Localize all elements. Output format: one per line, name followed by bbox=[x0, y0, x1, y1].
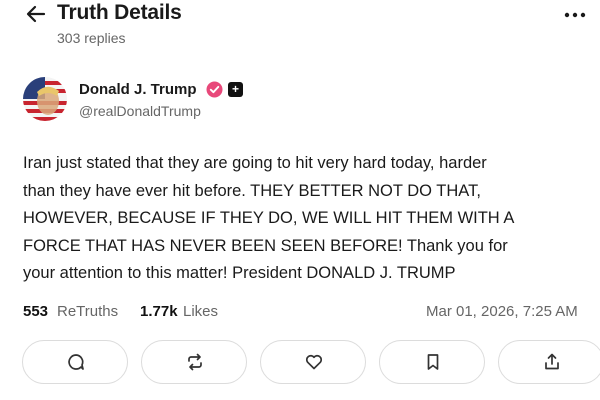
plus-badge-icon: + bbox=[228, 82, 243, 97]
page-title: Truth Details bbox=[57, 1, 182, 24]
author-name[interactable]: Donald J. Trump bbox=[79, 81, 197, 98]
share-icon bbox=[545, 353, 559, 370]
share-button[interactable] bbox=[498, 340, 600, 384]
repost-icon bbox=[188, 353, 202, 371]
reply-button[interactable] bbox=[22, 340, 128, 384]
likes-count[interactable]: 1.77k bbox=[140, 303, 178, 320]
bookmark-icon bbox=[427, 354, 439, 370]
bookmark-button[interactable] bbox=[379, 340, 485, 384]
retruths-label[interactable]: ReTruths bbox=[57, 303, 118, 320]
post-stats: 553 ReTruths 1.77k Likes Mar 01, 2026, 7… bbox=[23, 303, 600, 325]
more-options-button[interactable] bbox=[562, 6, 588, 24]
author-handle: @realDonaldTrump bbox=[79, 103, 201, 119]
like-button[interactable] bbox=[260, 340, 366, 384]
page-header: Truth Details 303 replies bbox=[0, 0, 600, 56]
more-dots-icon bbox=[564, 12, 586, 18]
retruth-button[interactable] bbox=[141, 340, 247, 384]
retruths-count[interactable]: 553 bbox=[23, 303, 48, 320]
likes-label[interactable]: Likes bbox=[183, 303, 218, 320]
reply-count: 303 replies bbox=[57, 30, 126, 46]
arrow-left-icon bbox=[26, 5, 46, 23]
verified-badge-icon bbox=[206, 81, 223, 98]
post-text: Iran just stated that they are going to … bbox=[23, 154, 515, 282]
comment-icon bbox=[68, 354, 84, 370]
avatar[interactable] bbox=[23, 77, 67, 121]
heart-icon bbox=[305, 354, 323, 370]
back-button[interactable] bbox=[25, 3, 47, 25]
action-bar bbox=[0, 340, 600, 388]
post-timestamp: Mar 01, 2026, 7:25 AM bbox=[426, 303, 578, 320]
post-author: Donald J. Trump + @realDonaldTrump bbox=[23, 77, 583, 123]
